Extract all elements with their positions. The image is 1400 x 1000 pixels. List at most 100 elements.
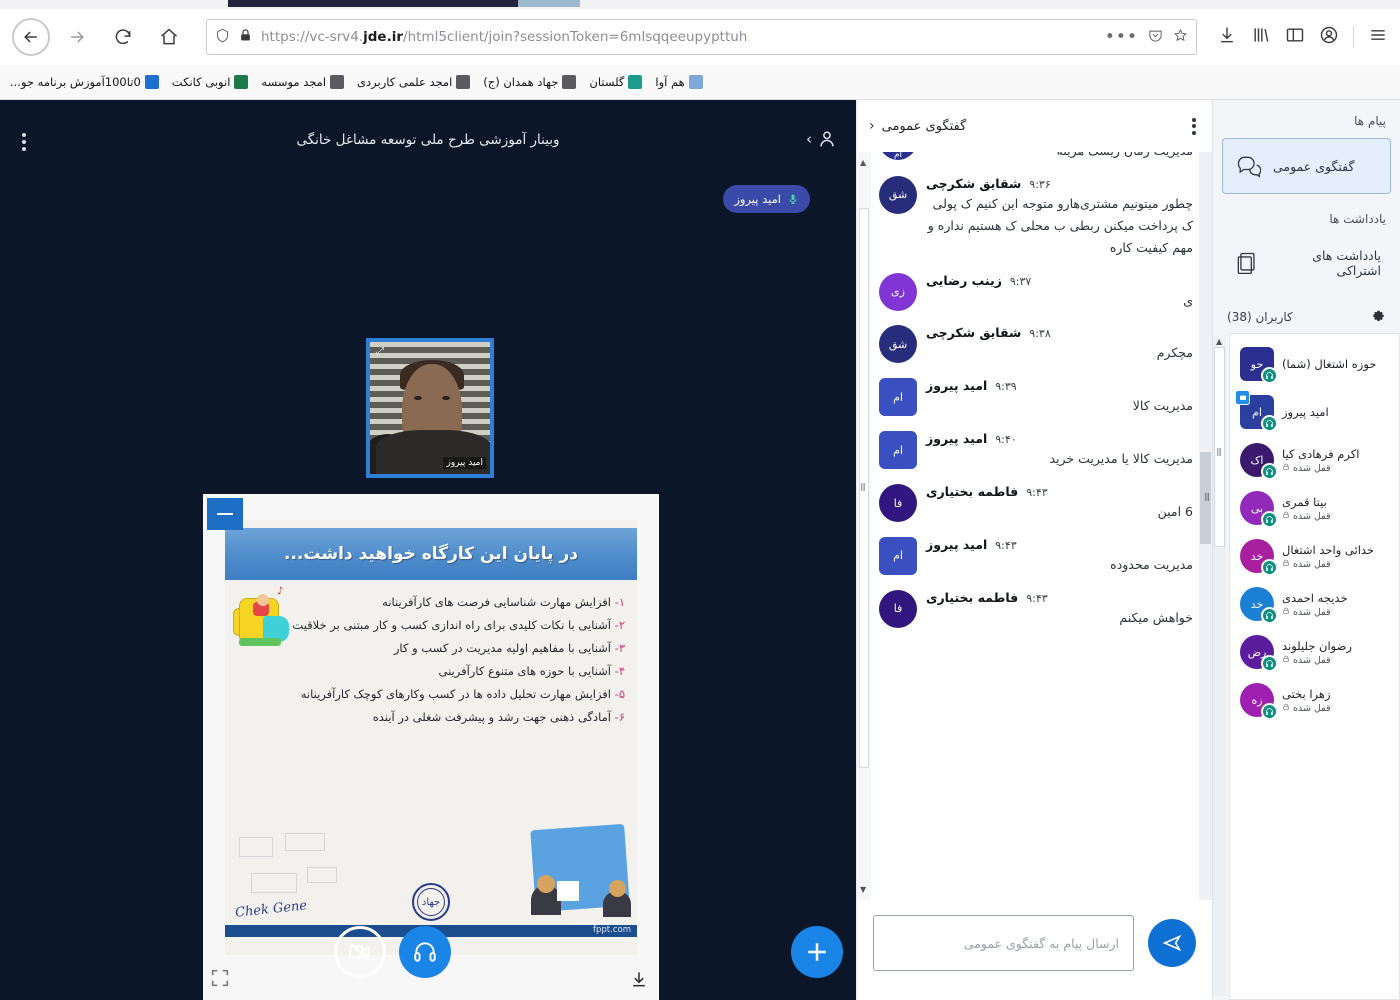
forward-arrow-icon[interactable] — [58, 18, 96, 56]
message-timestamp: ۹:۳۶ — [1029, 177, 1051, 191]
minimize-icon[interactable] — [207, 498, 243, 530]
headset-status-icon — [1261, 559, 1278, 576]
message-text: چطور میتونیم مشتری‌هارو متوجه این کنیم ک… — [927, 195, 1193, 255]
user-status: قفل شده — [1282, 559, 1331, 570]
bookmark-item[interactable]: امجد علمی کاربردی — [357, 75, 471, 89]
user-list-item[interactable]: خد خدیجه احمدی قفل شده — [1234, 580, 1395, 628]
message-text: مدیریت کالا یا مدیریت خرید — [1049, 451, 1193, 467]
slide-bullet: ۵- افزایش مهارت تحلیل داده ها در کسب وکا… — [281, 688, 625, 700]
chat-message: ام امید پیروز ۹:۴۳ مدیریت محدوده — [879, 536, 1193, 576]
sidebar-icon[interactable] — [1285, 25, 1305, 49]
url-bar[interactable]: https://vc-srv4.jde.ir/html5client/join?… — [206, 19, 1197, 55]
chat-title-group[interactable]: ‹ گفتگوی عمومی — [869, 118, 966, 134]
slide-bullet-text: آشنایی با مفاهیم اولیه مدیریت در کسب و ک… — [393, 641, 615, 656]
headset-status-icon — [1261, 655, 1278, 672]
home-icon[interactable] — [150, 18, 188, 56]
bookmark-favicon-icon — [144, 75, 159, 89]
bookmark-label: گلستان — [589, 75, 625, 89]
pocket-icon[interactable] — [1148, 28, 1163, 47]
user-status: قفل شده — [1282, 655, 1331, 666]
shield-icon[interactable] — [215, 28, 230, 47]
bookmark-item[interactable]: جهاد همدان (ج) — [483, 75, 577, 89]
webcam-tile[interactable]: ⤢ امید پیروز — [366, 338, 494, 478]
chat-message: فا فاطمه بختیاری ۹:۴۳ خواهش میکنم — [879, 589, 1193, 629]
user-list-item[interactable]: رض رضوان جلیلوند قفل شده — [1234, 628, 1395, 676]
bookmark-favicon-icon — [628, 75, 643, 89]
account-icon[interactable] — [1319, 25, 1339, 49]
download-icon[interactable] — [1217, 25, 1237, 49]
actions-button[interactable] — [791, 926, 843, 978]
back-arrow-icon[interactable] — [12, 18, 50, 56]
chat-title: گفتگوی عمومی — [881, 118, 967, 134]
send-button[interactable] — [1148, 919, 1196, 967]
chevron-left-icon[interactable]: ‹ — [869, 118, 875, 134]
users-scrollbar[interactable]: ▲ ||| — [1213, 337, 1226, 996]
slide-bullet-number: ۶- — [614, 710, 625, 725]
bookmark-favicon-icon — [330, 75, 345, 89]
avatar: ام — [879, 152, 917, 160]
webcam-video — [370, 342, 490, 474]
user-list-item[interactable]: ام امید پیروز — [1234, 388, 1395, 436]
message-sender-name: فاطمه بختیاری — [926, 484, 1019, 499]
bookmark-label: 0تا100آموزش برنامه جو... — [10, 75, 141, 89]
avatar: ام — [879, 431, 917, 470]
user-list-item[interactable]: اک اکرم فرهادی کیا قفل شده — [1234, 436, 1395, 484]
hamburger-menu-icon[interactable] — [1368, 25, 1388, 49]
message-list: ام مدیریت زمان ریسک هزینه شق شقایق شکرچی ۹:۳… — [873, 152, 1197, 900]
slide-bullet: ۶- آمادگی ذهنی جهت رشد و پیشرفت شغلی در … — [281, 711, 625, 723]
sidebar-item-label: یادداشت های اشتراکی — [1312, 248, 1381, 278]
star-icon[interactable] — [1173, 28, 1188, 47]
user-panel-icon[interactable]: ‹ — [806, 128, 838, 150]
active-tab[interactable] — [228, 0, 518, 7]
message-sender-name: زینب رضایی — [926, 272, 1002, 288]
url-text[interactable]: https://vc-srv4.jde.ir/html5client/join?… — [261, 29, 1097, 45]
bookmark-item[interactable]: گلستان — [589, 75, 643, 89]
user-list-item[interactable]: زه زهرا بختی قفل شده — [1234, 676, 1395, 724]
bookmark-item[interactable]: امجد موسسه — [261, 75, 345, 89]
expand-icon[interactable]: ⤢ — [376, 346, 384, 357]
ellipsis-icon[interactable]: ••• — [1105, 28, 1138, 46]
notes-section-label: یادداشت ها — [1329, 212, 1386, 226]
library-icon[interactable] — [1251, 25, 1271, 49]
message-sender-name: فاطمه بختیاری — [926, 589, 1019, 605]
slide-title-bar: در پایان این کارگاه خواهید داشت... — [225, 528, 637, 580]
sidebar-item-shared-notes[interactable]: یادداشت های اشتراکی — [1222, 236, 1391, 290]
message-timestamp: ۹:۴۳ — [995, 538, 1017, 552]
lock-icon[interactable] — [238, 28, 253, 47]
slide-title: در پایان این کارگاه خواهید داشت... — [284, 544, 578, 564]
chat-scrollbar-right[interactable]: ||| — [1199, 152, 1212, 900]
headset-status-icon — [1261, 463, 1278, 480]
camera-off-icon — [349, 943, 370, 961]
user-status: قفل شده — [1282, 463, 1331, 474]
chat-bubble-icon — [1233, 151, 1263, 181]
slide-bullet: ۴- آشنایی با حوزه های متنوع کارآفرینی — [281, 665, 626, 677]
notes-icon — [1232, 248, 1262, 278]
left-nav-panel: پیام ها گفتگوی عمومی یادداشت ها یادداشت … — [1212, 100, 1400, 1000]
user-list-item[interactable]: خد خدائی واحد اشتغال قفل شده — [1234, 532, 1395, 580]
headphones-icon — [414, 942, 436, 962]
user-name: حوزه اشتغال (شما) — [1282, 357, 1377, 371]
slide-bullet-number: ۲- — [614, 618, 625, 633]
bookmark-item[interactable]: انوبی کانکت — [172, 75, 249, 89]
bookmark-item[interactable]: 0تا100آموزش برنامه جو... — [10, 75, 159, 89]
slide-bullet-number: ۵- — [614, 687, 625, 702]
reload-icon[interactable] — [104, 18, 142, 56]
chat-scrollbar-left[interactable]: ▲ ||| ▼ — [857, 152, 871, 900]
user-status-label: قفل شده — [1293, 462, 1331, 474]
audio-button[interactable] — [399, 926, 451, 978]
chat-input[interactable]: ارسال پیام به گفتگوی عمومی — [873, 915, 1134, 971]
user-list-item[interactable]: حو حوزه اشتغال (شما) — [1234, 340, 1395, 388]
send-icon — [1162, 934, 1182, 952]
kebab-menu-icon[interactable] — [1192, 115, 1196, 137]
lock-icon — [1282, 511, 1290, 522]
avatar: شق — [879, 325, 917, 364]
bookmark-item[interactable]: هم آوا — [655, 75, 703, 89]
chat-message: زی زینب رضایی ۹:۳۷ ی — [879, 272, 1193, 312]
gear-icon[interactable] — [1368, 306, 1386, 327]
chat-header: ‹ گفتگوی عمومی — [857, 100, 1212, 152]
slide-content: در پایان این کارگاه خواهید داشت... ♪ ۱- … — [225, 520, 637, 955]
video-button[interactable] — [334, 926, 386, 978]
user-status: قفل شده — [1282, 511, 1331, 522]
sidebar-item-public-chat[interactable]: گفتگوی عمومی — [1222, 138, 1391, 194]
user-list-item[interactable]: بی بیتا قمری قفل شده — [1234, 484, 1395, 532]
